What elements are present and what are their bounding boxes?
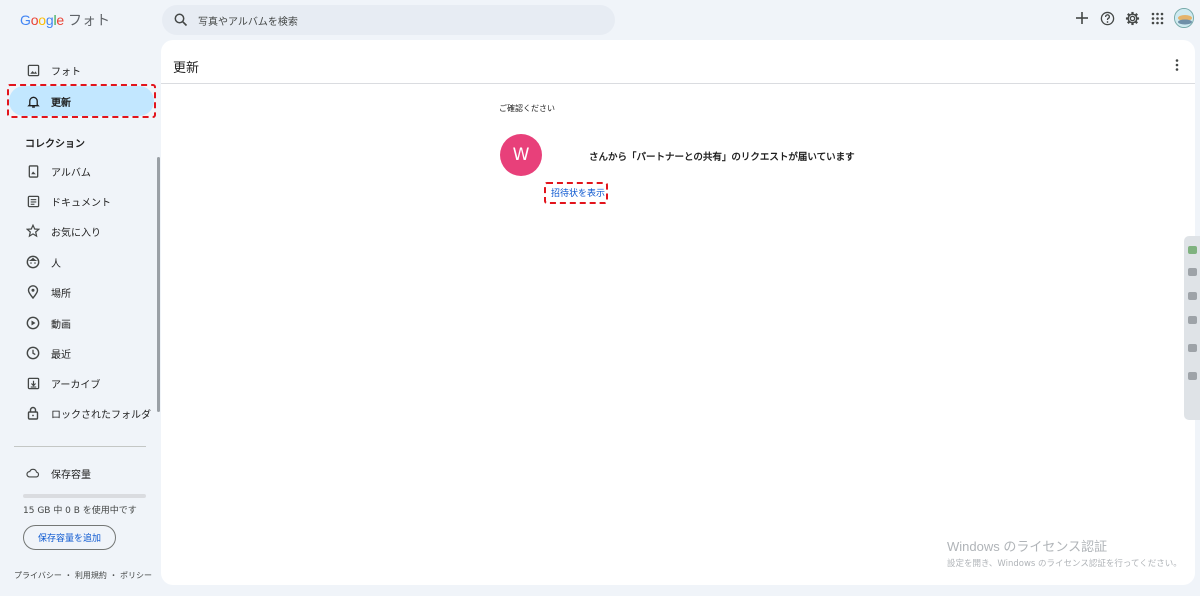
sidebar-item-label: 最近 <box>51 349 71 361</box>
document-icon <box>26 194 40 208</box>
photo-icon <box>26 63 40 77</box>
place-icon <box>26 285 40 299</box>
footer-links[interactable]: プライバシー ・ 利用規約 ・ ポリシー <box>14 570 152 581</box>
sidebar-item-label: 動画 <box>51 319 71 331</box>
top-bar: Google フォト 写真やアルバムを検索 <box>0 0 1200 40</box>
sidebar-item-locked-folder[interactable]: ロックされたフォルダ <box>9 398 154 428</box>
search-bar[interactable]: 写真やアルバムを検索 <box>162 5 615 35</box>
sidebar-item-label: お気に入り <box>51 227 101 239</box>
storage-progress-bar <box>23 494 146 498</box>
notification-text: さんから「パートナーとの共有」のリクエストが届いています <box>589 152 855 163</box>
search-icon <box>173 12 189 28</box>
sidebar-item-label: アーカイブ <box>51 379 101 391</box>
sidebar-item-label: 保存容量 <box>51 469 91 481</box>
settings-icon[interactable] <box>1124 10 1140 26</box>
cloud-icon <box>26 466 40 480</box>
google-wordmark: Google <box>20 12 64 28</box>
sidebar-item-label: アルバム <box>51 167 91 179</box>
sender-avatar[interactable]: W <box>500 134 542 176</box>
sidebar-item-recent[interactable]: 最近 <box>9 338 154 368</box>
page-title: 更新 <box>173 61 200 76</box>
sidebar-item-label: ドキュメント <box>51 197 111 209</box>
watermark-title: Windows のライセンス認証 <box>947 539 1108 554</box>
widget-icon <box>1188 246 1197 254</box>
sidebar-item-documents[interactable]: ドキュメント <box>9 186 154 216</box>
sidebar-item-videos[interactable]: 動画 <box>9 308 154 338</box>
widget-icon <box>1188 292 1197 300</box>
apps-grid-icon[interactable] <box>1149 10 1165 26</box>
sidebar-scrollbar[interactable] <box>157 157 160 412</box>
top-actions <box>1074 8 1194 28</box>
activation-watermark: Windows のライセンス認証 設定を開き、Windows のライセンス認証を… <box>947 536 1182 569</box>
clock-icon <box>26 346 40 360</box>
sidebar-item-label: フォト <box>51 66 81 78</box>
sidebar: フォト 更新 コレクション アルバム ドキュメント お気に入り 人 場所 動画 … <box>0 40 160 596</box>
search-input[interactable]: 写真やアルバムを検索 <box>198 13 298 28</box>
app-logo[interactable]: Google フォト <box>20 10 110 30</box>
highlight-invite-box <box>544 182 608 204</box>
sidebar-item-label: 人 <box>51 258 61 270</box>
header-divider <box>161 83 1195 84</box>
sidebar-item-favorites[interactable]: お気に入り <box>9 216 154 246</box>
side-panel-tab[interactable] <box>1184 236 1200 420</box>
sidebar-item-storage[interactable]: 保存容量 <box>9 458 154 488</box>
add-storage-button[interactable]: 保存容量を追加 <box>23 525 116 550</box>
widget-icon <box>1188 316 1197 324</box>
lock-icon <box>26 406 40 420</box>
widget-icon <box>1188 344 1197 352</box>
sidebar-divider <box>14 446 146 447</box>
account-avatar[interactable] <box>1174 8 1194 28</box>
album-icon <box>26 164 40 178</box>
sidebar-item-label: ロックされたフォルダ <box>51 409 151 421</box>
plus-icon[interactable] <box>1074 10 1090 26</box>
video-icon <box>26 316 40 330</box>
sidebar-item-photos[interactable]: フォト <box>9 55 154 85</box>
watermark-subtitle: 設定を開き、Windows のライセンス認証を行ってください。 <box>947 559 1182 569</box>
product-name: フォト <box>68 13 110 29</box>
sidebar-item-people[interactable]: 人 <box>9 247 154 277</box>
sidebar-item-label: 場所 <box>51 288 71 300</box>
help-icon[interactable] <box>1099 10 1115 26</box>
widget-icon <box>1188 372 1197 380</box>
face-icon <box>26 255 40 269</box>
more-options-icon[interactable] <box>1171 58 1183 72</box>
sidebar-item-albums[interactable]: アルバム <box>9 156 154 186</box>
collections-title: コレクション <box>25 139 85 150</box>
archive-icon <box>26 376 40 390</box>
sidebar-item-archive[interactable]: アーカイブ <box>9 368 154 398</box>
notice-label: ご確認ください <box>499 104 555 113</box>
widget-icon <box>1188 268 1197 276</box>
main-panel: 更新 ご確認ください W さんから「パートナーとの共有」のリクエストが届いていま… <box>161 40 1195 585</box>
star-icon <box>26 224 40 238</box>
storage-usage-text: 15 GB 中 0 B を使用中です <box>23 506 137 516</box>
sidebar-item-places[interactable]: 場所 <box>9 277 154 307</box>
highlight-updates-box <box>7 84 156 118</box>
